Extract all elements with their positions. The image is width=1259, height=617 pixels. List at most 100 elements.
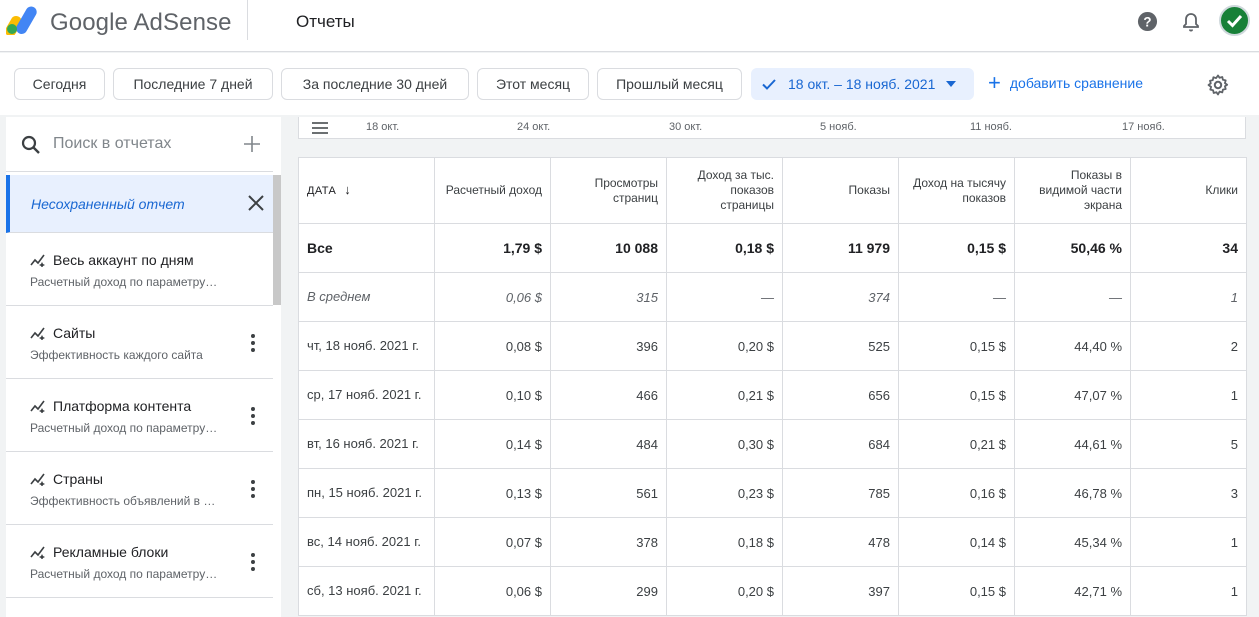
sidebar-item-sites[interactable]: Сайты Эффективность каждого сайта — [6, 306, 273, 379]
search-row — [6, 117, 273, 172]
timeline-tick: 24 окт. — [517, 121, 551, 133]
table-cell: Все — [298, 223, 435, 273]
table-cell: 378 — [550, 517, 667, 567]
column-header[interactable]: Доход за тыс. показов страницы — [666, 157, 783, 224]
brand-title: Google AdSense — [50, 9, 232, 36]
date-filter-bar: Сегодня Последние 7 дней За последние 30… — [0, 53, 1259, 115]
table-cell: 466 — [550, 370, 667, 420]
menu-icon[interactable] — [312, 122, 328, 134]
chip-today[interactable]: Сегодня — [14, 68, 105, 100]
check-icon — [762, 79, 776, 90]
add-comparison-button[interactable]: + добавить сравнение — [988, 70, 1144, 95]
table-cell: 10 088 — [550, 223, 667, 273]
timeline-tick: 30 окт. — [669, 121, 703, 133]
more-vert-icon[interactable] — [246, 406, 260, 426]
table-cell: сб, 13 нояб. 2021 г. — [298, 566, 435, 616]
column-header[interactable]: Показы — [782, 157, 899, 224]
close-icon[interactable] — [246, 193, 266, 213]
table-cell: пн, 15 нояб. 2021 г. — [298, 468, 435, 518]
table-cell: 11 979 — [782, 223, 899, 273]
adsense-logo-icon[interactable] — [6, 5, 40, 35]
report-table: ДАТА ↓ Расчетный доход Просмотры страниц … — [298, 157, 1247, 616]
sidebar-item-title: Страны — [53, 471, 103, 487]
column-header[interactable]: Просмотры страниц — [550, 157, 667, 224]
add-report-icon[interactable] — [242, 134, 262, 154]
column-header-date[interactable]: ДАТА ↓ — [298, 157, 435, 224]
table-cell: чт, 18 нояб. 2021 г. — [298, 321, 435, 371]
table-cell: вс, 14 нояб. 2021 г. — [298, 517, 435, 567]
table-cell: В среднем — [298, 272, 435, 322]
timeline-tick: 17 нояб. — [1122, 121, 1165, 133]
table-cell: 46,78 % — [1014, 468, 1131, 518]
table-cell: 0,21 $ — [666, 370, 783, 420]
sparkle-chart-icon — [30, 473, 45, 486]
table-cell: 0,13 $ — [434, 468, 551, 518]
sidebar-scrollbar[interactable] — [273, 175, 281, 305]
table-cell: 0,16 $ — [898, 468, 1015, 518]
table-average-row: В среднем 0,06 $ 315 — 374 — — 1 — [298, 272, 1247, 322]
chart-timeline-axis: 18 окт. 24 окт. 30 окт. 5 нояб. 11 нояб.… — [298, 117, 1246, 139]
column-header[interactable]: Клики — [1130, 157, 1247, 224]
unsaved-report-item[interactable]: Несохраненный отчет — [6, 175, 273, 233]
sidebar-item-subtitle: Расчетный доход по параметру "Рекламные … — [30, 567, 220, 581]
sidebar-item-title: Рекламные блоки — [53, 544, 169, 560]
report-main: 18 окт. 24 окт. 30 окт. 5 нояб. 11 нояб.… — [282, 117, 1259, 617]
table-total-row: Все 1,79 $ 10 088 0,18 $ 11 979 0,15 $ 5… — [298, 223, 1247, 273]
sidebar-item-content-platform[interactable]: Платформа контента Расчетный доход по па… — [6, 379, 273, 452]
table-cell: 0,14 $ — [898, 517, 1015, 567]
add-comparison-label: добавить сравнение — [1009, 75, 1144, 91]
table-cell: 0,15 $ — [898, 370, 1015, 420]
table-row: пн, 15 нояб. 2021 г. 0,13 $ 561 0,23 $ 7… — [298, 468, 1247, 518]
table-cell: 34 — [1130, 223, 1247, 273]
page-title: Отчеты — [296, 12, 355, 31]
table-cell: 0,15 $ — [898, 321, 1015, 371]
table-cell: 1,79 $ — [434, 223, 551, 273]
gear-icon[interactable] — [1206, 73, 1230, 97]
table-cell: 478 — [782, 517, 899, 567]
more-vert-icon[interactable] — [246, 333, 260, 353]
header-divider — [247, 0, 248, 40]
sparkle-chart-icon — [30, 546, 45, 559]
more-vert-icon[interactable] — [246, 479, 260, 499]
chip-this-month[interactable]: Этот месяц — [477, 68, 589, 100]
sidebar-item-account-by-day[interactable]: Весь аккаунт по дням Расчетный доход по … — [6, 233, 273, 306]
notifications-bell-icon[interactable] — [1180, 11, 1202, 33]
sidebar-item-subtitle: Расчетный доход по параметру "Платформа … — [30, 421, 220, 435]
reports-sidebar: Несохраненный отчет Весь аккаунт по дням… — [6, 117, 281, 617]
column-header[interactable]: Расчетный доход — [434, 157, 551, 224]
search-reports-input[interactable] — [53, 135, 233, 153]
table-cell: — — [1014, 272, 1131, 322]
sidebar-item-subtitle: Эффективность каждого сайта — [30, 348, 203, 362]
timeline-tick: 11 нояб. — [970, 121, 1012, 133]
column-header[interactable]: Показы в видимой части экрана — [1014, 157, 1131, 224]
plus-icon: + — [988, 70, 1001, 95]
table-header-row: ДАТА ↓ Расчетный доход Просмотры страниц … — [298, 157, 1247, 224]
table-cell: 0,18 $ — [666, 223, 783, 273]
table-cell: 0,15 $ — [898, 566, 1015, 616]
help-icon[interactable]: ? — [1137, 11, 1158, 32]
sidebar-item-countries[interactable]: Страны Эффективность объявлений в разных… — [6, 452, 273, 525]
table-cell: 785 — [782, 468, 899, 518]
table-cell: 0,30 $ — [666, 419, 783, 469]
chip-last-month[interactable]: Прошлый месяц — [597, 68, 742, 100]
column-header[interactable]: Доход на тысячу показов — [898, 157, 1015, 224]
account-avatar[interactable] — [1219, 5, 1250, 36]
table-cell: 0,10 $ — [434, 370, 551, 420]
table-cell: 561 — [550, 468, 667, 518]
table-cell: 44,61 % — [1014, 419, 1131, 469]
sidebar-item-ad-units[interactable]: Рекламные блоки Расчетный доход по парам… — [6, 525, 273, 598]
svg-text:?: ? — [1143, 14, 1151, 29]
more-vert-icon[interactable] — [246, 552, 260, 572]
chip-last-30-days[interactable]: За последние 30 дней — [281, 68, 469, 100]
table-cell: 656 — [782, 370, 899, 420]
table-cell: 0,20 $ — [666, 566, 783, 616]
table-cell: 0,06 $ — [434, 272, 551, 322]
table-cell: 47,07 % — [1014, 370, 1131, 420]
date-range-picker[interactable]: 18 окт. – 18 нояб. 2021 — [751, 68, 974, 100]
table-cell: 0,23 $ — [666, 468, 783, 518]
chip-last-7-days[interactable]: Последние 7 дней — [113, 68, 273, 100]
timeline-tick: 5 нояб. — [820, 121, 857, 133]
table-row: вс, 14 нояб. 2021 г. 0,07 $ 378 0,18 $ 4… — [298, 517, 1247, 567]
table-cell: 1 — [1130, 566, 1247, 616]
table-cell: 2 — [1130, 321, 1247, 371]
